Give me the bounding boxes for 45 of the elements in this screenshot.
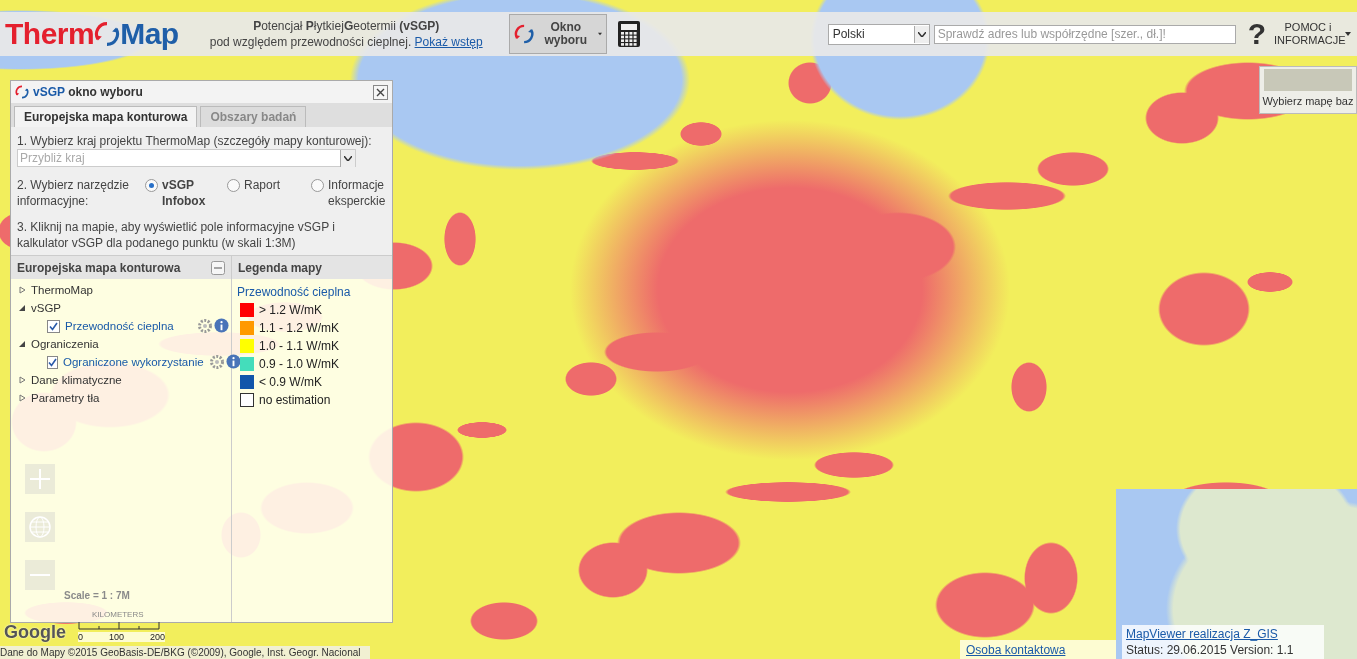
scale-tick: 0 <box>78 632 83 642</box>
language-select[interactable]: Polski <box>827 23 930 45</box>
layer-group-label[interactable]: vSGP <box>31 302 62 314</box>
legend-heading: Legenda mapy <box>238 260 323 275</box>
help-menu-button[interactable]: POMOC i INFORMACJE <box>1274 21 1351 47</box>
search-field[interactable]: Sprawdź adres lub współrzędne [szer., dł.]! <box>933 24 1236 44</box>
legend-label: 1.0 - 1.1 W/mK <box>259 339 340 353</box>
layers-heading: Europejska mapa konturowa <box>17 260 181 275</box>
layer-group-label[interactable]: Ograniczenia <box>31 338 99 350</box>
step-instruction: 1. Wybierz kraj projektu ThermoMap (szczegóły mapy konturowej): <box>17 133 373 149</box>
radio-label[interactable]: vSGP Infobox <box>162 177 227 209</box>
tab[interactable]: Europejska mapa konturowa <box>14 106 198 127</box>
help-icon[interactable]: ? <box>1247 17 1266 51</box>
step-instruction: 3. Kliknij na mapie, aby wyświetlić pole informacyjne vSGP i kalkulator vSGP dla podanego punktu (w skali 1:3M) <box>17 219 336 251</box>
legend-label: no estimation <box>259 393 331 407</box>
legend-label: 0.9 - 1.0 W/mK <box>259 357 340 371</box>
radio-label[interactable]: Informacje eksperckie <box>328 177 401 209</box>
app-title: Potencjał PłytkiejGeotermii (vSGP) <box>252 18 441 34</box>
radio-label[interactable]: Raport <box>244 177 281 193</box>
panel-title: vSGP okno wyboru <box>33 85 143 99</box>
intro-link[interactable]: Pokaż wstęp <box>414 35 483 49</box>
map-provider-logo: Google <box>4 622 66 643</box>
layer-group-label[interactable]: ThermoMap <box>31 284 93 296</box>
scale-tick: 100 <box>109 632 125 642</box>
layer-group-label[interactable]: Parametry tła <box>31 392 100 404</box>
logo-text: Map <box>120 17 179 51</box>
status-text: Status: 29.06.2015 Version: 1.1 <box>1126 642 1295 658</box>
scale-label: Scale = 1 : 7M <box>64 590 130 601</box>
layer-group-label[interactable]: Dane klimatyczne <box>31 374 122 386</box>
layer-link[interactable]: Ograniczone wykorzystanie <box>63 356 204 368</box>
legend-label: > 1.2 W/mK <box>259 303 323 317</box>
step-instruction: 2. Wybierz narzędzie informacyjne: <box>17 177 130 209</box>
scale-tick: 200 <box>150 632 166 642</box>
app-subtitle: pod względem przewodności cieplnej. <box>209 35 412 49</box>
basemap-picker[interactable]: Wybierz mapę baz <box>1259 66 1357 114</box>
layer-link[interactable]: Przewodność cieplna <box>65 320 174 332</box>
logo-text: Therm <box>5 17 95 51</box>
legend-layer-title: Przewodność cieplna <box>237 285 352 299</box>
legend-label: 1.1 - 1.2 W/mK <box>259 321 340 335</box>
credit-link[interactable]: MapViewer realizacja Z_GIS <box>1126 626 1320 642</box>
scale-unit: KILOMETERS <box>92 610 145 619</box>
selection-window-button[interactable]: Okno wyboru <box>508 14 607 54</box>
legend-label: < 0.9 W/mK <box>259 375 323 389</box>
contact-link[interactable]: Osoba kontaktowa <box>966 642 1066 657</box>
map-attribution: Dane do Mapy ©2015 GeoBasis-DE/BKG (©2009), Google, Inst. Geogr. Nacional <box>0 646 370 659</box>
